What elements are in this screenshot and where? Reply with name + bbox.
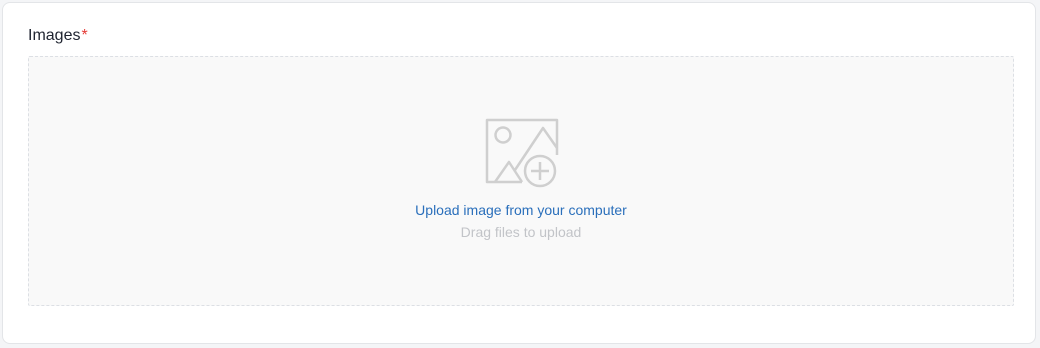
drag-files-hint: Drag files to upload xyxy=(460,224,582,240)
images-field-label: Images* xyxy=(28,26,88,46)
upload-from-computer-link[interactable]: Upload image from your computer xyxy=(29,201,1013,219)
image-add-icon xyxy=(485,118,559,188)
required-asterisk: * xyxy=(81,27,88,44)
field-label-text: Images xyxy=(28,27,81,44)
images-field-card: Images* Upload image from your computer … xyxy=(2,2,1036,344)
image-upload-dropzone[interactable]: Upload image from your computer Drag fil… xyxy=(28,56,1014,306)
